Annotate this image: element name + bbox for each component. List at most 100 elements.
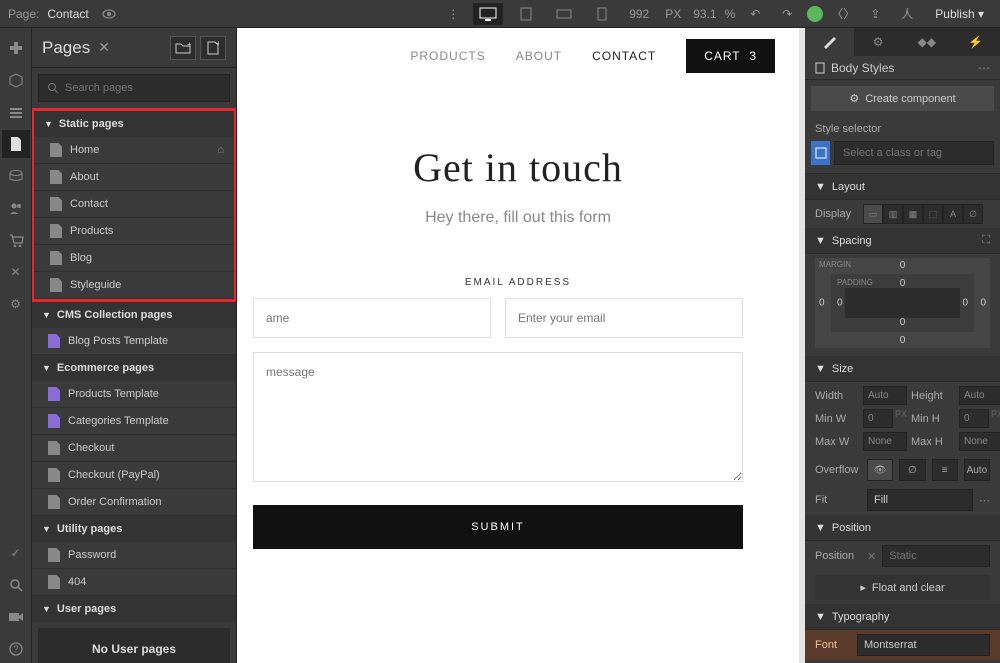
- expand-icon[interactable]: ⛶: [982, 234, 990, 247]
- logic-icon[interactable]: ✕: [2, 258, 30, 286]
- clear-icon[interactable]: ✕: [867, 550, 876, 563]
- email-label[interactable]: EMAIL ADDRESS: [293, 277, 743, 288]
- layout-section[interactable]: ▼Layout: [805, 174, 1000, 200]
- message-field[interactable]: [253, 352, 743, 482]
- padding-bottom[interactable]: 0: [900, 317, 906, 328]
- canvas[interactable]: PRODUCTS ABOUT CONTACT CART 3 Get in tou…: [237, 28, 805, 663]
- export-icon[interactable]: ⇪: [863, 2, 887, 26]
- tablet-view-button[interactable]: [511, 3, 541, 25]
- display-block[interactable]: ▭: [863, 204, 883, 224]
- display-inline-block[interactable]: ⬚: [923, 204, 943, 224]
- utility-pages-section[interactable]: ▼Utility pages: [32, 516, 236, 542]
- more-icon[interactable]: ⋯: [979, 494, 990, 507]
- desktop-view-button[interactable]: [473, 3, 503, 25]
- page-item[interactable]: Categories Template: [32, 408, 236, 435]
- position-section[interactable]: ▼Position: [805, 515, 1000, 541]
- navigator-icon[interactable]: [2, 98, 30, 126]
- padding-right[interactable]: 0: [962, 298, 968, 309]
- margin-top[interactable]: 0: [900, 260, 906, 271]
- margin-left[interactable]: 0: [819, 298, 825, 309]
- publish-button[interactable]: Publish ▾: [927, 7, 992, 21]
- overflow-hidden[interactable]: ∅: [899, 459, 925, 481]
- style-tab-icon[interactable]: [805, 28, 854, 56]
- page-item[interactable]: Checkout: [32, 435, 236, 462]
- page-name[interactable]: Contact: [47, 7, 88, 21]
- mobile-landscape-button[interactable]: [549, 3, 579, 25]
- redo-icon[interactable]: ↷: [775, 2, 799, 26]
- page-item-home[interactable]: Home⌂: [34, 137, 234, 164]
- padding-top[interactable]: 0: [900, 278, 906, 289]
- page-item[interactable]: Order Confirmation: [32, 489, 236, 516]
- maxw-input[interactable]: [863, 432, 907, 451]
- page-item[interactable]: 404: [32, 569, 236, 596]
- ecom-pages-section[interactable]: ▼Ecommerce pages: [32, 355, 236, 381]
- static-pages-section[interactable]: ▼Static pages: [34, 111, 234, 137]
- new-page-button[interactable]: +: [200, 36, 226, 60]
- page-item[interactable]: Checkout (PayPal): [32, 462, 236, 489]
- overflow-auto[interactable]: Auto: [964, 459, 990, 481]
- check-icon[interactable]: ✓: [2, 539, 30, 567]
- float-clear-button[interactable]: ▸Float and clear: [815, 575, 990, 600]
- display-grid[interactable]: ▦: [903, 204, 923, 224]
- page-item[interactable]: Products Template: [32, 381, 236, 408]
- page-item-styleguide[interactable]: Styleguide: [34, 272, 234, 299]
- search-pages[interactable]: [38, 74, 230, 102]
- pages-icon[interactable]: [2, 130, 30, 158]
- video-icon[interactable]: [2, 603, 30, 631]
- code-icon[interactable]: 〈〉: [831, 2, 855, 26]
- nav-products[interactable]: PRODUCTS: [410, 49, 485, 63]
- cms-icon[interactable]: [2, 162, 30, 190]
- box-icon[interactable]: [2, 66, 30, 94]
- page-item[interactable]: Password: [32, 542, 236, 569]
- settings-icon[interactable]: ⚙: [2, 290, 30, 318]
- spacing-tab-icon[interactable]: ◆◆: [903, 28, 952, 56]
- display-none[interactable]: ∅: [963, 204, 983, 224]
- display-inline[interactable]: A: [943, 204, 963, 224]
- submit-button[interactable]: SUBMIT: [253, 505, 743, 549]
- overflow-visible[interactable]: 👁: [867, 459, 893, 481]
- undo-icon[interactable]: ↶: [743, 2, 767, 26]
- search-input[interactable]: [65, 82, 221, 94]
- user-pages-section[interactable]: ▼User pages: [32, 596, 236, 622]
- margin-bottom[interactable]: 0: [900, 335, 906, 346]
- cms-pages-section[interactable]: ▼CMS Collection pages: [32, 302, 236, 328]
- more-icon[interactable]: ⋮: [441, 2, 465, 26]
- size-section[interactable]: ▼Size: [805, 356, 1000, 382]
- more-icon[interactable]: ⋯: [978, 61, 990, 75]
- overflow-scroll[interactable]: ≡: [932, 459, 958, 481]
- page-item-about[interactable]: About: [34, 164, 234, 191]
- position-select[interactable]: Static: [882, 545, 990, 567]
- add-elements-icon[interactable]: [2, 34, 30, 62]
- fit-select[interactable]: Fill: [867, 489, 973, 511]
- close-panel-icon[interactable]: ✕: [98, 39, 110, 56]
- maxh-input[interactable]: [959, 432, 1000, 451]
- page-item-contact[interactable]: Contact: [34, 191, 234, 218]
- name-field[interactable]: [253, 298, 491, 338]
- interactions-tab-icon[interactable]: ⚡: [951, 28, 1000, 56]
- spacing-section[interactable]: ▼Spacing⛶: [805, 228, 1000, 254]
- typography-section[interactable]: ▼Typography: [805, 604, 1000, 630]
- ecommerce-icon[interactable]: [2, 226, 30, 254]
- selector-input[interactable]: [834, 141, 994, 165]
- settings-tab-icon[interactable]: ⚙: [854, 28, 903, 56]
- audit-icon[interactable]: 人: [895, 2, 919, 26]
- minh-input[interactable]: [959, 409, 989, 428]
- help-icon[interactable]: ?: [2, 635, 30, 663]
- height-input[interactable]: [959, 386, 1000, 405]
- email-field[interactable]: [505, 298, 743, 338]
- page-item-blog[interactable]: Blog: [34, 245, 234, 272]
- padding-left[interactable]: 0: [837, 298, 843, 309]
- eye-icon[interactable]: [97, 2, 121, 26]
- body-styles-row[interactable]: Body Styles ⋯: [805, 56, 1000, 80]
- create-component-button[interactable]: ⚙Create component: [811, 86, 994, 111]
- font-select[interactable]: Montserrat: [857, 634, 990, 656]
- display-flex[interactable]: ▥: [883, 204, 903, 224]
- cart-button[interactable]: CART 3: [686, 39, 775, 73]
- search-icon[interactable]: [2, 571, 30, 599]
- minw-input[interactable]: [863, 409, 893, 428]
- site-preview[interactable]: PRODUCTS ABOUT CONTACT CART 3 Get in tou…: [237, 28, 799, 663]
- margin-right[interactable]: 0: [980, 298, 986, 309]
- hero-title[interactable]: Get in touch: [257, 144, 779, 191]
- selector-icon[interactable]: [811, 141, 830, 165]
- spacing-editor[interactable]: MARGIN PADDING 0 0 0 0 0 0 0 0: [815, 258, 990, 348]
